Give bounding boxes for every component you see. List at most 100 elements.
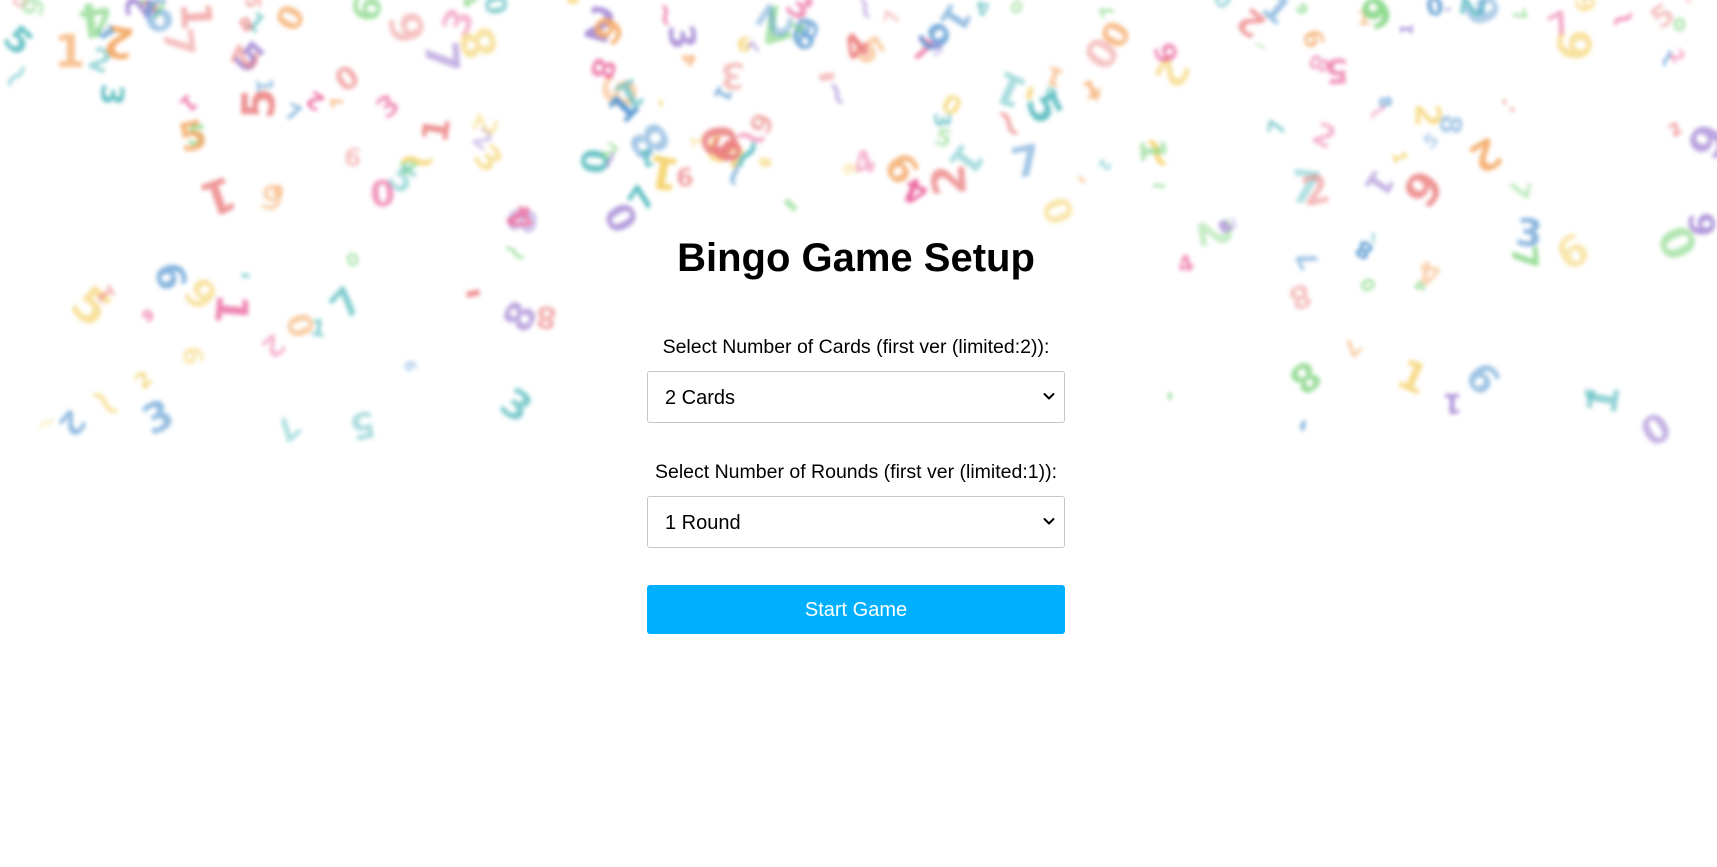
confetti-glyph: 7 <box>1542 4 1578 45</box>
confetti-glyph: 0 <box>478 0 516 18</box>
confetti-glyph: 1 <box>1355 162 1403 204</box>
confetti-glyph: 8 <box>1373 94 1396 111</box>
start-game-button[interactable]: Start Game <box>647 585 1065 634</box>
confetti-glyph: 7 <box>878 7 906 27</box>
confetti-glyph: 2 <box>1451 0 1493 22</box>
confetti-glyph: 4 <box>846 141 882 185</box>
confetti-glyph: 2 <box>83 40 117 82</box>
confetti-glyph: ~ <box>493 228 538 276</box>
confetti-glyph: 3 <box>92 82 130 107</box>
confetti-glyph: ~ <box>646 0 687 31</box>
page-title: Bingo Game Setup <box>677 236 1035 280</box>
confetti-glyph: 7 <box>280 99 305 129</box>
confetti-glyph: 2 <box>744 0 804 49</box>
cards-select[interactable]: 2 Cards <box>647 371 1065 423</box>
confetti-glyph: 2 <box>465 122 499 158</box>
confetti-glyph: 7 <box>413 39 471 75</box>
confetti-glyph: 6 <box>675 162 695 193</box>
confetti-glyph: ~ <box>728 109 774 165</box>
confetti-glyph: 2 <box>1461 127 1510 183</box>
confetti-glyph: ~ <box>1123 124 1188 183</box>
confetti-glyph: 9 <box>1579 385 1599 401</box>
confetti-glyph: - <box>1283 415 1321 436</box>
confetti-glyph: 2 <box>1406 102 1447 129</box>
confetti-glyph: 0 <box>1423 0 1447 22</box>
confetti-glyph: 1 <box>170 0 222 32</box>
confetti-glyph: 5 <box>346 401 379 448</box>
confetti-glyph: 6 <box>138 304 158 327</box>
confetti-glyph: 7 <box>749 0 798 55</box>
rounds-select[interactable]: 1 Round <box>647 496 1065 548</box>
confetti-glyph: 0 <box>691 122 749 160</box>
confetti-glyph: - <box>458 265 487 319</box>
confetti-glyph: 9 <box>743 108 782 140</box>
confetti-glyph: 8 <box>1283 275 1317 317</box>
confetti-glyph: 1 <box>129 0 174 26</box>
confetti-glyph: ~ <box>0 50 44 104</box>
confetti-glyph: 9 <box>1291 0 1313 19</box>
confetti-glyph: ~ <box>841 0 887 28</box>
confetti-glyph: - <box>1063 165 1098 195</box>
rounds-selected-value: 1 Round <box>665 512 741 534</box>
confetti-glyph: ~ <box>715 124 778 184</box>
confetti-glyph: 6 <box>837 162 860 176</box>
confetti-glyph: 0 <box>6 0 34 11</box>
confetti-glyph: ~ <box>1362 229 1385 246</box>
confetti-glyph: ~ <box>72 368 139 437</box>
confetti-glyph: 7 <box>1506 5 1531 24</box>
confetti-glyph: 7 <box>1287 159 1324 216</box>
page-root: 675~~42158-247121215071~6788635461248~81… <box>0 0 1717 867</box>
confetti-glyph: 1 <box>930 0 979 39</box>
confetti-glyph: 0 <box>1006 0 1026 20</box>
confetti-glyph: 7 <box>744 38 766 57</box>
confetti-glyph: ~ <box>1250 34 1271 58</box>
confetti-glyph: 3 <box>432 1 484 43</box>
confetti-glyph: 7 <box>620 178 665 218</box>
confetti-glyph: 6 <box>563 0 583 5</box>
confetti-glyph: 5 <box>379 157 424 204</box>
confetti-glyph: 8 <box>1214 215 1236 238</box>
confetti-glyph: 7 <box>784 18 807 36</box>
confetti-glyph: ~ <box>1676 0 1700 11</box>
confetti-glyph: - <box>813 49 841 109</box>
confetti-glyph: 0 <box>279 308 325 342</box>
confetti-glyph: 1 <box>707 80 737 106</box>
confetti-glyph: 3 <box>1514 209 1545 257</box>
confetti-glyph: 4 <box>75 0 116 49</box>
confetti-glyph: ~ <box>394 130 440 190</box>
confetti-glyph: - <box>1443 0 1453 21</box>
confetti-glyph: 3 <box>778 0 821 31</box>
confetti-glyph: 1 <box>1357 6 1371 30</box>
confetti-glyph: 2 <box>130 366 159 396</box>
confetti-glyph: 0 <box>593 195 646 242</box>
confetti-glyph: 3 <box>92 21 118 44</box>
confetti-glyph: 8 <box>1351 233 1379 265</box>
confetti-glyph: 6 <box>1546 27 1604 63</box>
confetti-glyph: 0 <box>1672 14 1687 37</box>
confetti-glyph: 3 <box>928 111 954 129</box>
confetti-glyph: 7 <box>1095 1 1120 21</box>
confetti-glyph: 4 <box>1409 277 1430 294</box>
confetti-glyph: 7 <box>1336 331 1367 362</box>
confetti-glyph: 6 <box>785 11 826 44</box>
confetti-glyph: ~ <box>1150 172 1168 198</box>
confetti-glyph: 9 <box>907 14 960 63</box>
confetti-glyph: 6 <box>1455 353 1509 405</box>
confetti-glyph: 5 <box>0 18 41 65</box>
confetti-glyph: - <box>1003 79 1053 107</box>
confetti-glyph: 4 <box>498 196 546 239</box>
confetti-glyph: 5 <box>186 118 208 153</box>
confetti-glyph: 9 <box>1392 160 1456 218</box>
confetti-glyph: 0 <box>1072 27 1129 79</box>
confetti-glyph: 6 <box>582 6 633 53</box>
confetti-glyph: 7 <box>321 278 372 328</box>
confetti-glyph: 5 <box>931 122 956 154</box>
confetti-glyph: 3 <box>369 86 407 126</box>
confetti-glyph: 6 <box>342 142 364 173</box>
confetti-glyph: 6 <box>928 35 945 59</box>
confetti-glyph: 0 <box>1093 14 1141 56</box>
confetti-glyph: - <box>766 176 819 230</box>
confetti-glyph: 4 <box>390 151 425 182</box>
confetti-glyph: ~ <box>1602 0 1643 41</box>
confetti-glyph: 2 <box>254 326 293 366</box>
